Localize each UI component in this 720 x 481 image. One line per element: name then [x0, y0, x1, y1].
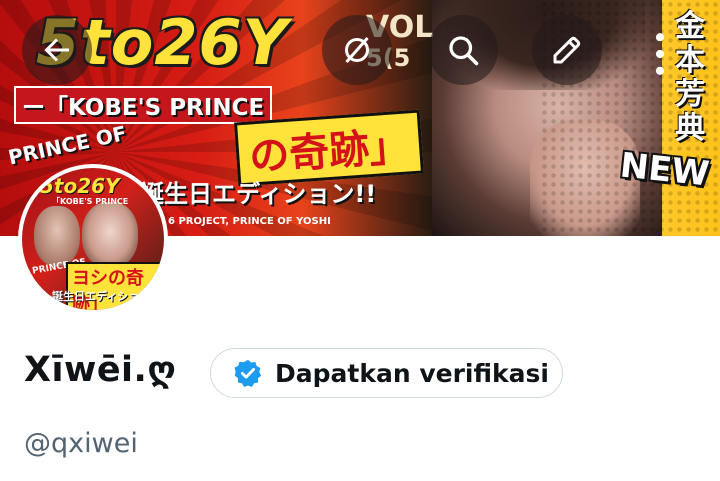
user-handle: @qxiwei	[24, 428, 138, 459]
more-options-button[interactable]	[638, 24, 682, 84]
banner-subtitle: ー「KOBE'S PRINCE	[14, 86, 273, 124]
avatar-face-left	[34, 206, 80, 266]
banner-credit: 6 PROJECT, PRINCE OF YOSHI	[168, 216, 331, 227]
more-vertical-icon	[655, 33, 665, 75]
search-icon	[449, 36, 479, 66]
verified-badge-icon	[234, 359, 262, 387]
pencil-icon	[553, 36, 581, 64]
avatar-title: 5to26Y	[40, 174, 120, 198]
eye-slash-icon	[345, 37, 369, 63]
get-verified-button[interactable]: Dapatkan verifikasi	[210, 348, 563, 398]
banner-edition: 誕生日エディション!!	[140, 180, 377, 208]
display-name: Xīwēi.ღ	[24, 350, 177, 390]
back-button[interactable]	[22, 15, 92, 85]
edit-button[interactable]	[532, 15, 602, 85]
avatar-image: 5to26Y 「KOBE'S PRINCE PRINCE OF ヨシの奇跡」 誕…	[22, 168, 164, 310]
get-verified-label: Dapatkan verifikasi	[275, 358, 549, 388]
arrow-left-icon	[44, 38, 69, 62]
banner-subtitle-text: ー「KOBE'S PRINCE	[14, 86, 273, 124]
profile-avatar[interactable]: 5to26Y 「KOBE'S PRINCE PRINCE OF ヨシの奇跡」 誕…	[18, 164, 168, 314]
hide-button[interactable]	[322, 15, 392, 85]
avatar-subtitle: 「KOBE'S PRINCE	[52, 197, 129, 206]
avatar-face-right	[82, 202, 138, 268]
avatar-edition: 誕生日エディショ	[52, 290, 140, 303]
search-button[interactable]	[428, 15, 498, 85]
